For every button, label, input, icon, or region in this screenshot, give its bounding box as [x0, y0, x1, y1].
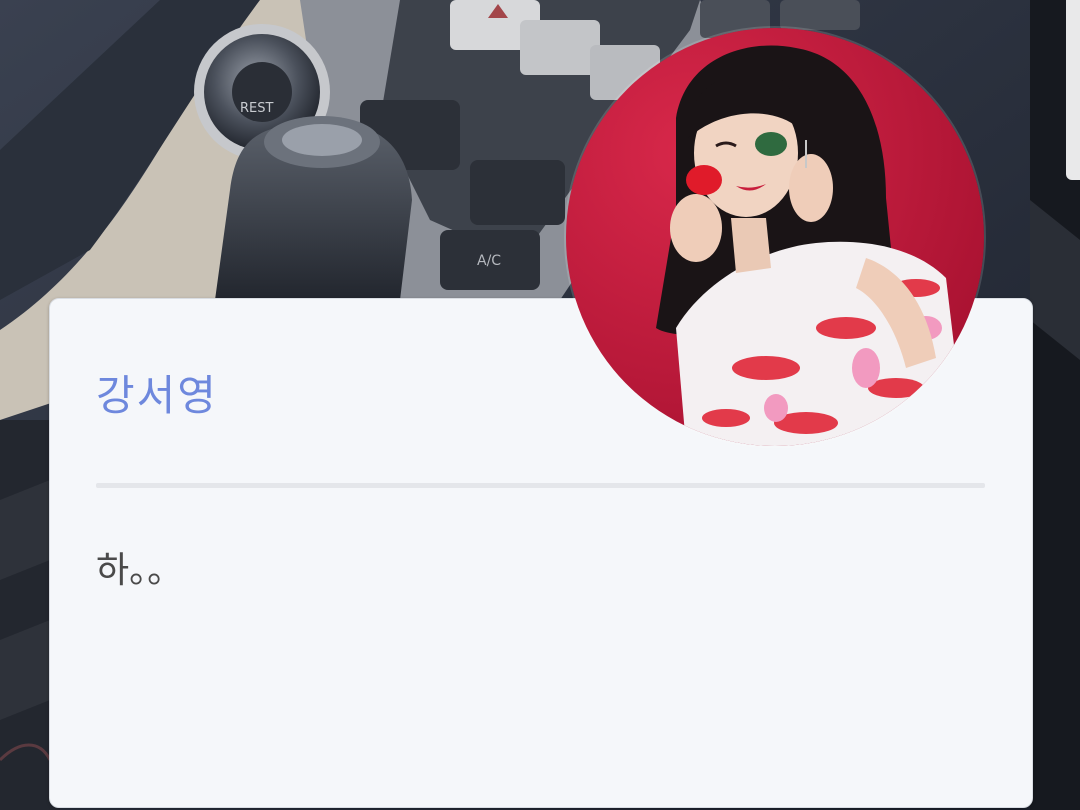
status-message: 하。。: [96, 550, 184, 591]
scrollbar-handle[interactable]: [1066, 0, 1080, 180]
profile-name: 강서영: [96, 371, 218, 420]
divider: [96, 483, 985, 488]
profile-avatar[interactable]: [566, 28, 984, 446]
avatar-photo: [566, 28, 984, 446]
profile-screen: A/C REST 강서영 하。。: [0, 0, 1080, 810]
svg-text:A/C: A/C: [477, 253, 501, 269]
svg-text:REST: REST: [240, 101, 273, 116]
